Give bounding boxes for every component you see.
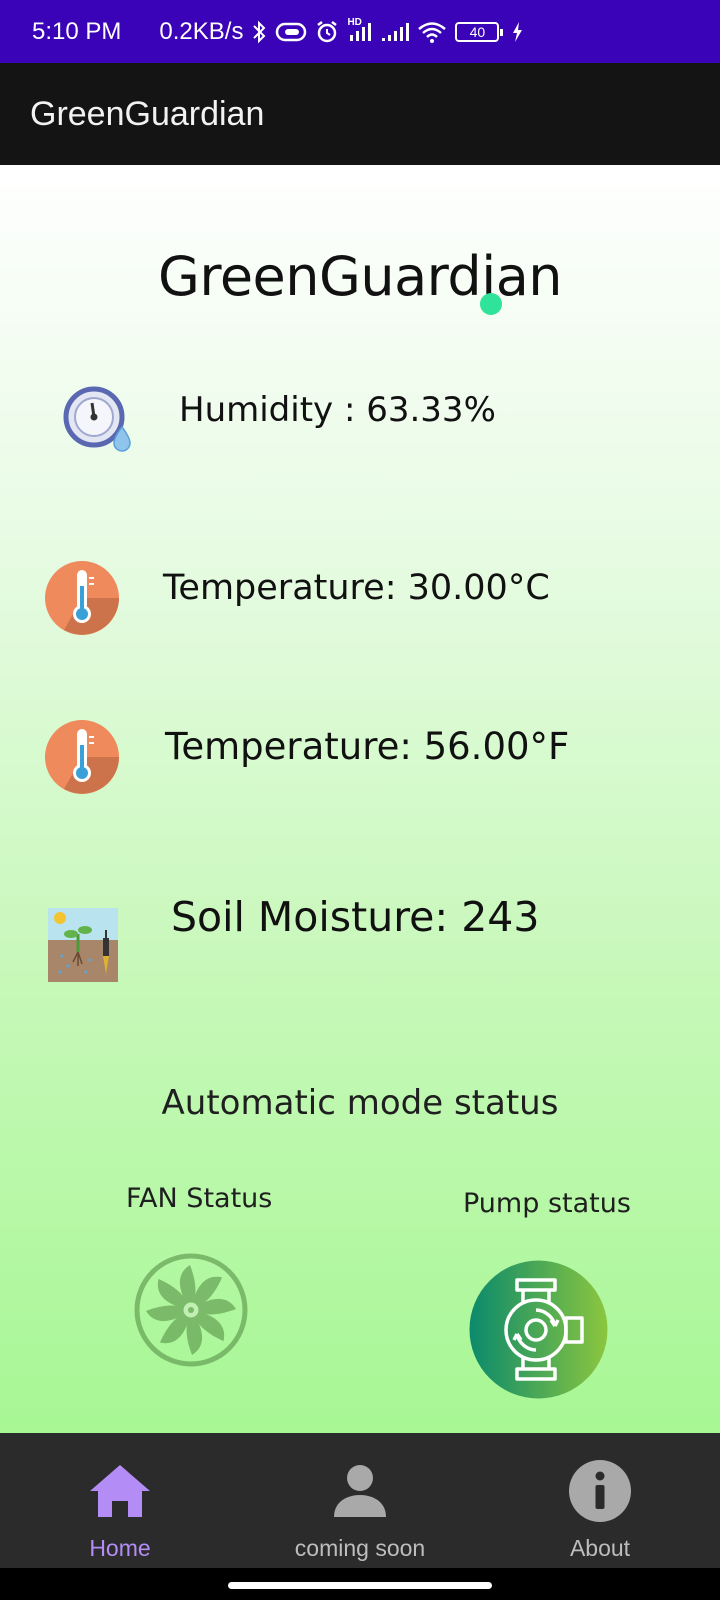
cast-icon [275, 21, 307, 43]
nav-label-about: About [569, 1535, 631, 1561]
home-icon [88, 1459, 152, 1523]
person-icon [328, 1459, 392, 1523]
nav-label-home: Home [89, 1535, 151, 1561]
network-speed: 0.2KB/s [159, 17, 244, 45]
gesture-handle[interactable] [228, 1582, 492, 1589]
nav-item-about[interactable]: About [480, 1433, 720, 1568]
signal-icon [381, 21, 410, 43]
touch-indicator [480, 293, 502, 315]
pump-status-label: Pump status [463, 1188, 631, 1219]
soil-moisture-icon [48, 908, 118, 982]
status-time: 5:10 PM [32, 17, 122, 45]
nav-label-coming-soon: coming soon [294, 1535, 426, 1561]
status-bar: 5:10 PM 0.2KB/s HD 40 [0, 0, 720, 63]
signal-icon: HD [347, 17, 373, 43]
humidity-gauge-icon [62, 385, 138, 461]
fan-status-label: FAN Status [126, 1183, 273, 1214]
thermometer-icon [44, 719, 120, 795]
alarm-icon [315, 20, 339, 44]
automatic-mode-title: Automatic mode status [161, 1083, 559, 1123]
charging-icon [511, 21, 523, 43]
fan-icon[interactable] [134, 1253, 248, 1367]
info-icon [568, 1459, 632, 1523]
nav-item-home[interactable]: Home [0, 1433, 240, 1568]
bluetooth-icon [251, 20, 267, 44]
page-title: GreenGuardian [157, 245, 563, 308]
app-bar: GreenGuardian [0, 63, 720, 165]
app-bar-title: GreenGuardian [30, 94, 265, 133]
status-icons: HD 40 [251, 17, 523, 44]
battery-level: 40 [469, 23, 486, 40]
wifi-icon [417, 20, 447, 44]
battery-icon: 40 [455, 21, 504, 42]
main-content: GreenGuardian Humidity : 63.33% Temperat… [0, 165, 720, 1433]
nav-item-coming-soon[interactable]: coming soon [240, 1433, 480, 1568]
humidity-reading: Humidity : 63.33% [179, 390, 496, 430]
temperature-celsius-reading: Temperature: 30.00°C [163, 568, 550, 608]
thermometer-icon [44, 560, 120, 636]
temperature-fahrenheit-reading: Temperature: 56.00°F [165, 725, 570, 768]
gesture-area [0, 1568, 720, 1600]
bottom-navigation: Home coming soon About [0, 1433, 720, 1568]
pump-icon[interactable] [469, 1260, 608, 1399]
hd-label: HD [347, 16, 362, 28]
soil-moisture-reading: Soil Moisture: 243 [171, 893, 540, 941]
